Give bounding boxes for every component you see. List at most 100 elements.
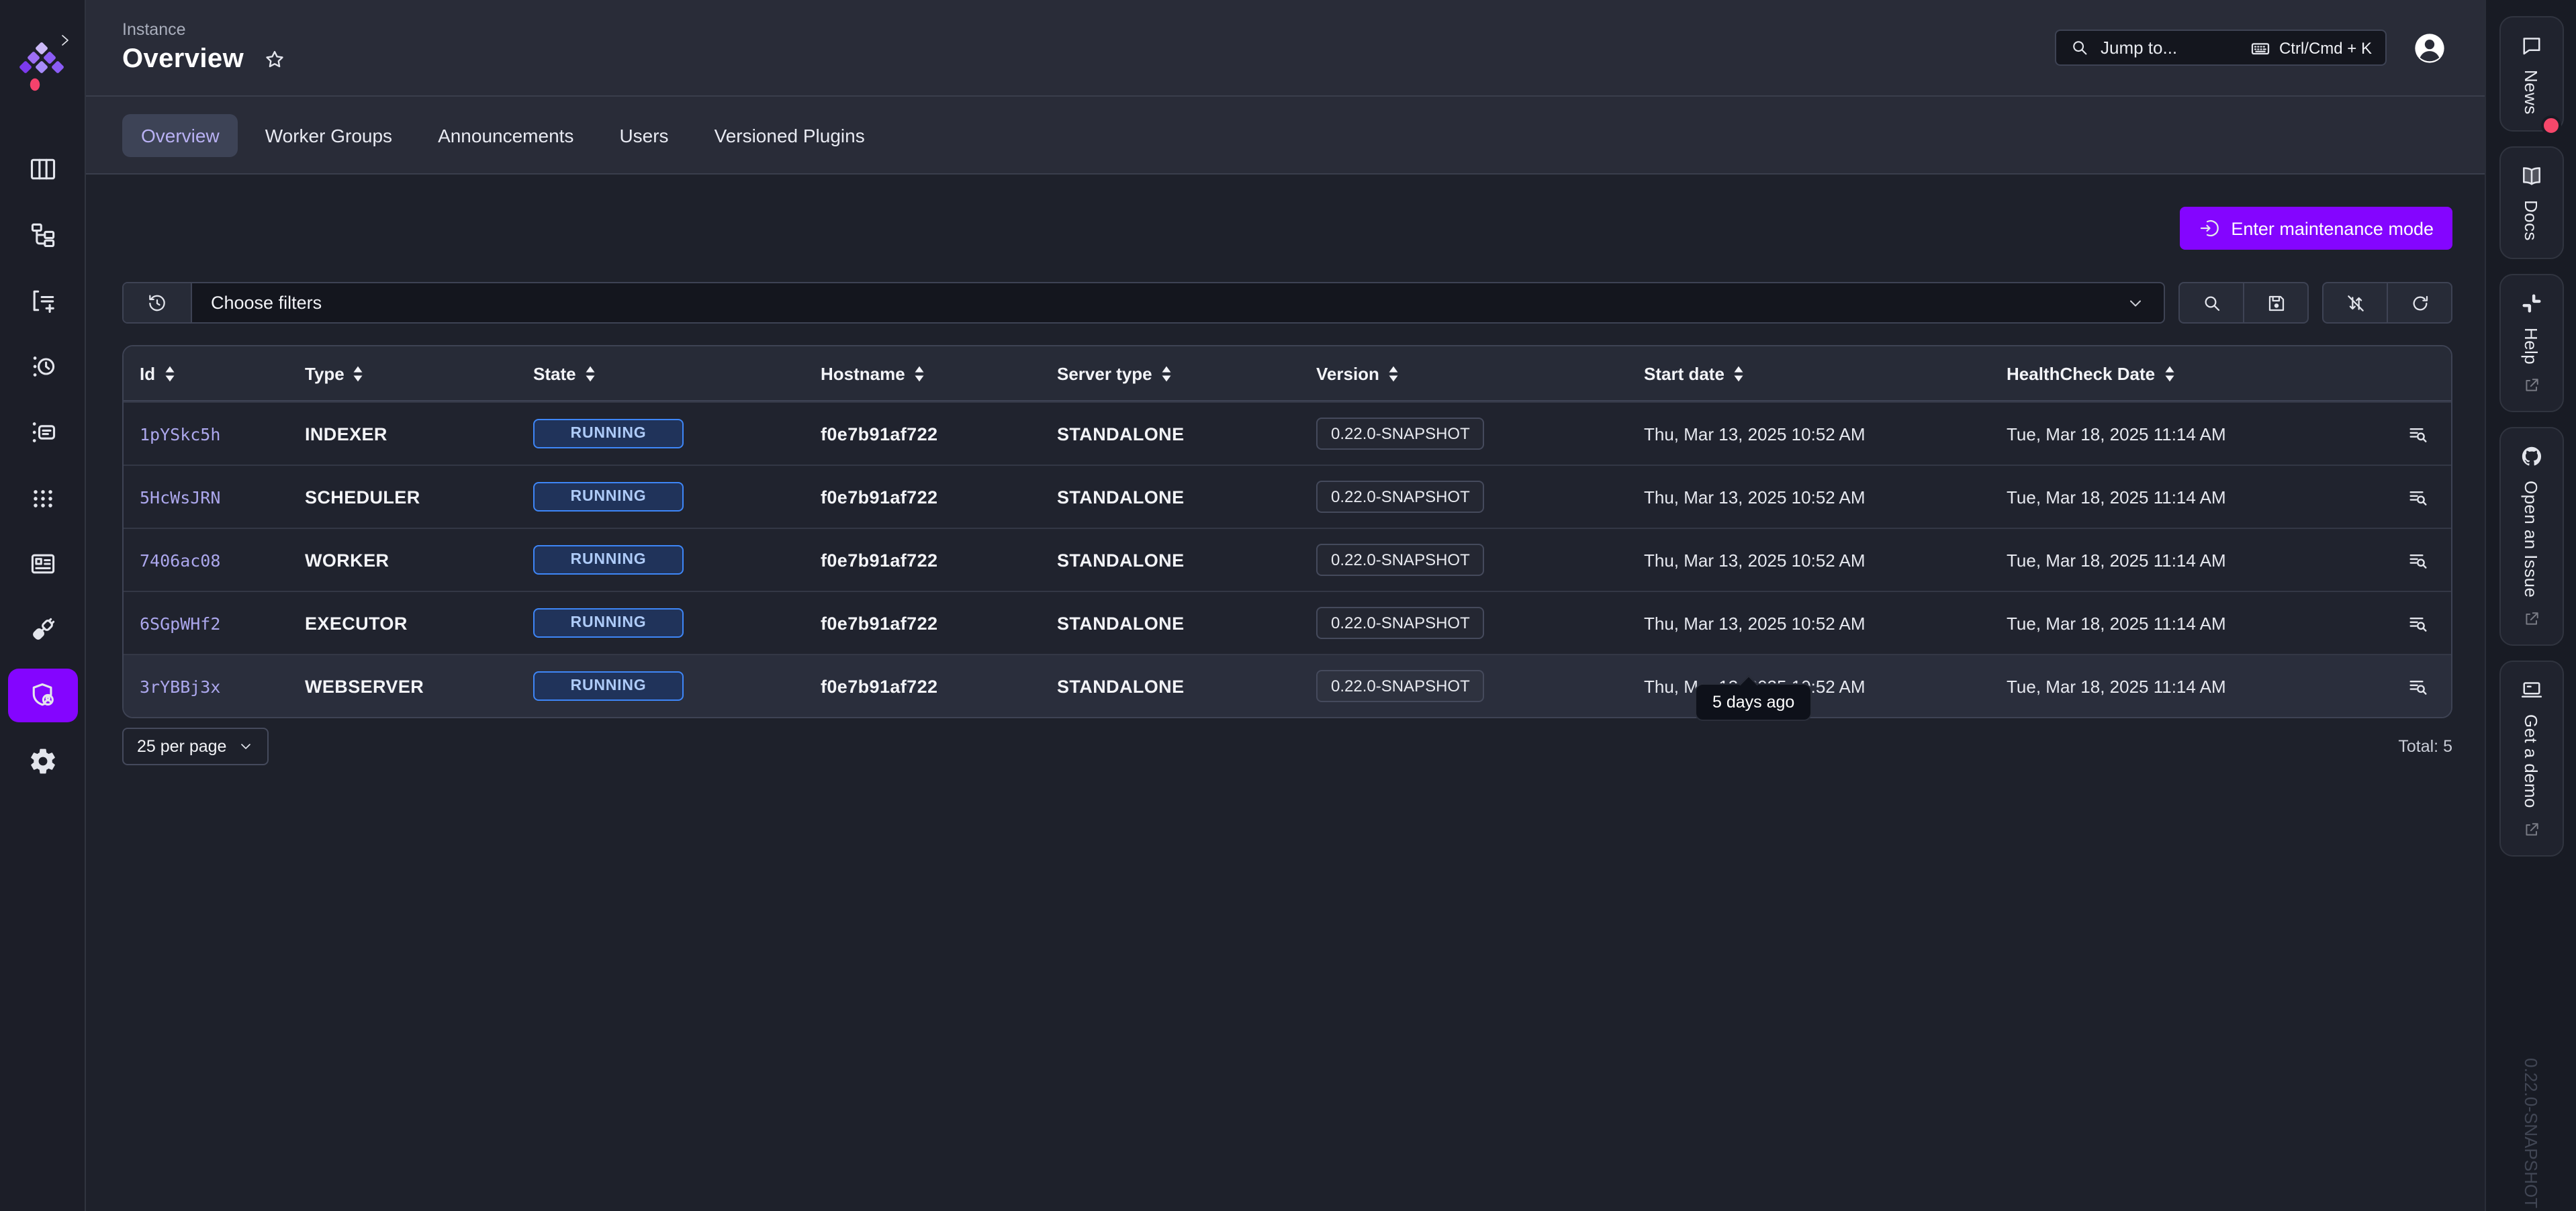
sidebar-item-flows[interactable] (7, 208, 77, 262)
row-logs-button[interactable] (2342, 548, 2435, 571)
table-row[interactable]: 5HcWsJRN SCHEDULER RUNNING f0e7b91af722 … (124, 465, 2451, 528)
table-row[interactable]: 6SGpWHf2 EXECUTOR RUNNING f0e7b91af722 S… (124, 591, 2451, 654)
sort-icon (584, 365, 596, 382)
version-badge: 0.22.0-SNAPSHOT (1316, 418, 1485, 450)
column-header-server-type[interactable]: Server type (1057, 363, 1316, 383)
filter-history-button[interactable] (124, 283, 192, 322)
rail-docs-button[interactable]: Docs (2499, 147, 2563, 259)
cell-hostname: f0e7b91af722 (821, 676, 1057, 696)
cell-start-date: Thu, Mar 13, 2025 10:52 AM (1644, 424, 2007, 444)
sidebar-item-settings[interactable] (7, 734, 77, 788)
filter-actions-group (2178, 282, 2309, 324)
kestra-logo[interactable] (19, 40, 64, 107)
table-row[interactable]: 3rYBBj3x WEBSERVER RUNNING f0e7b91af722 … (124, 654, 2451, 717)
sort-icon (2163, 365, 2175, 382)
tab-versioned-plugins[interactable]: Versioned Plugins (696, 113, 884, 156)
column-header-state[interactable]: State (533, 363, 821, 383)
cell-id[interactable]: 1pYSkc5h (140, 424, 305, 444)
column-header-type[interactable]: Type (305, 363, 533, 383)
user-avatar[interactable] (2412, 30, 2447, 65)
sidebar-item-plugins[interactable] (7, 603, 77, 657)
filter-search-button[interactable] (2180, 283, 2243, 322)
sidebar-item-namespaces[interactable] (7, 471, 77, 525)
cell-healthcheck-date: Tue, Mar 18, 2025 11:14 AM (2007, 424, 2342, 444)
column-header-version[interactable]: Version (1316, 363, 1644, 383)
cell-id[interactable]: 6SGpWHf2 (140, 613, 305, 633)
sidebar-item-triggers[interactable] (7, 340, 77, 393)
search-shortcut: Ctrl/Cmd + K (2279, 38, 2372, 57)
github-icon (2519, 445, 2543, 469)
sort-icon (163, 365, 175, 382)
row-logs-button[interactable] (2342, 485, 2435, 508)
filter-input[interactable]: Choose filters (122, 282, 2165, 324)
column-header-healthcheck-date[interactable]: HealthCheck Date (2007, 363, 2342, 383)
state-badge: RUNNING (533, 608, 684, 638)
sidebar-item-administration[interactable] (7, 669, 77, 722)
rail-open-issue-button[interactable]: Open an Issue (2499, 428, 2563, 646)
column-header-hostname[interactable]: Hostname (821, 363, 1057, 383)
cell-hostname: f0e7b91af722 (821, 424, 1057, 444)
favorite-star-icon[interactable] (263, 48, 285, 71)
slack-icon (2519, 291, 2543, 315)
dashboard-icon (28, 154, 57, 184)
rail-open-issue-label: Open an Issue (2521, 481, 2541, 598)
cell-id[interactable]: 7406ac08 (140, 550, 305, 570)
cell-hostname: f0e7b91af722 (821, 487, 1057, 507)
swap-vertical-off-icon (2344, 292, 2366, 313)
version-badge: 0.22.0-SNAPSHOT (1316, 607, 1485, 639)
top-header: Instance Overview Jump to... Ctrl/Cmd + … (86, 0, 2485, 97)
row-logs-button[interactable] (2342, 612, 2435, 634)
settings-icon (28, 746, 57, 776)
filter-placeholder: Choose filters (192, 293, 322, 313)
sidebar-item-logs[interactable] (7, 405, 77, 459)
cell-id[interactable]: 5HcWsJRN (140, 487, 305, 507)
table-row[interactable]: 1pYSkc5h INDEXER RUNNING f0e7b91af722 ST… (124, 401, 2451, 465)
tab-worker-groups[interactable]: Worker Groups (246, 113, 411, 156)
version-watermark: 0.22.0-SNAPSHOT (2521, 1058, 2541, 1208)
breadcrumb: Instance (122, 20, 285, 39)
table-row[interactable]: 7406ac08 WORKER RUNNING f0e7b91af722 STA… (124, 528, 2451, 591)
sidebar-item-executions[interactable] (7, 274, 77, 328)
cell-healthcheck-date: Tue, Mar 18, 2025 11:14 AM (2007, 487, 2342, 507)
column-header-start-date[interactable]: Start date (1644, 363, 2007, 383)
save-filter-button[interactable] (2243, 283, 2307, 322)
rail-docs-label: Docs (2521, 201, 2541, 242)
per-page-select[interactable]: 25 per page (122, 728, 268, 765)
auto-refresh-toggle-button[interactable] (2324, 283, 2387, 322)
row-logs-button[interactable] (2342, 675, 2435, 697)
text-search-icon (2407, 612, 2430, 634)
tab-users[interactable]: Users (600, 113, 687, 156)
enter-maintenance-mode-button[interactable]: Enter maintenance mode (2180, 207, 2452, 250)
cell-start-date: Thu, Mar 13, 2025 10:52 AM (1644, 550, 2007, 570)
state-badge: RUNNING (533, 482, 684, 512)
rail-help-label: Help (2521, 327, 2541, 364)
triggers-icon (28, 352, 57, 381)
rail-help-button[interactable]: Help (2499, 273, 2563, 412)
version-badge: 0.22.0-SNAPSHOT (1316, 670, 1485, 702)
tab-overview[interactable]: Overview (122, 113, 238, 156)
tab-announcements[interactable]: Announcements (419, 113, 592, 156)
sidebar-item-dashboards[interactable] (7, 142, 77, 196)
sort-icon (1160, 365, 1172, 382)
content-area: Enter maintenance mode Choose filters (86, 173, 2485, 1211)
demo-icon (2519, 679, 2543, 703)
text-search-icon (2407, 675, 2430, 697)
chevron-down-icon (237, 738, 253, 755)
cell-id[interactable]: 3rYBBj3x (140, 676, 305, 696)
right-rail: News Docs Help Open an Issue Get a demo … (2485, 0, 2576, 1211)
rail-get-demo-button[interactable]: Get a demo (2499, 661, 2563, 857)
news-icon (2519, 34, 2543, 58)
column-header-id[interactable]: Id (140, 363, 305, 383)
cell-healthcheck-date: Tue, Mar 18, 2025 11:14 AM (2007, 676, 2342, 696)
sidebar-item-blueprints[interactable] (7, 537, 77, 591)
search-placeholder: Jump to... (2101, 38, 2177, 58)
row-logs-button[interactable] (2342, 422, 2435, 445)
rail-news-button[interactable]: News (2499, 16, 2563, 132)
jump-to-search[interactable]: Jump to... Ctrl/Cmd + K (2055, 30, 2387, 66)
rail-get-demo-label: Get a demo (2521, 715, 2541, 809)
sort-icon (1733, 365, 1745, 382)
refresh-button[interactable] (2387, 283, 2451, 322)
cell-healthcheck-date: Tue, Mar 18, 2025 11:14 AM (2007, 550, 2342, 570)
external-link-icon (2522, 377, 2540, 395)
cell-type: SCHEDULER (305, 487, 533, 507)
